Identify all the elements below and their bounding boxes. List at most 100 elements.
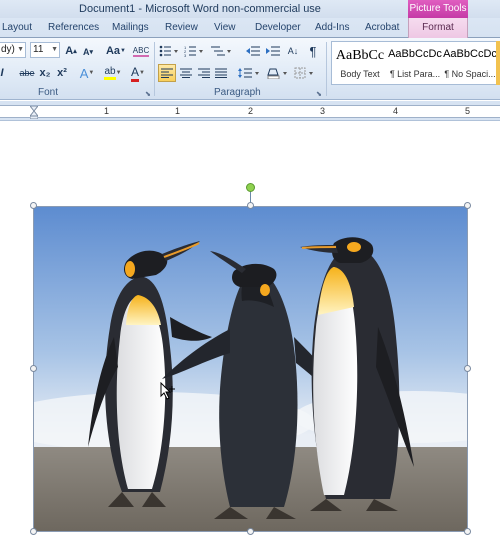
clear-formatting-button[interactable]: ABC — [132, 42, 150, 60]
paint-bucket-icon — [267, 68, 287, 79]
multilevel-list-icon — [211, 46, 231, 56]
shrink-font-button[interactable]: A ▾ — [80, 43, 96, 61]
strikethrough-icon: abe — [19, 68, 35, 78]
style-list-paragraph[interactable]: AaBbCcDc ¶ List Para... — [388, 42, 442, 84]
change-case-icon: Aa — [105, 45, 121, 57]
style-sample: AaBbCcDc — [443, 48, 497, 60]
highlight-button[interactable]: ab ▼ — [101, 64, 125, 82]
resize-handle-top[interactable] — [247, 202, 254, 209]
styles-gallery: AaBbCc Body Text AaBbCcDc ¶ List Para...… — [331, 41, 500, 85]
ribbon-tab-row: Layout References Mailings Review View D… — [0, 18, 500, 38]
decrease-indent-icon — [246, 46, 260, 56]
sort-button[interactable]: A↓ — [285, 42, 301, 60]
chevron-down-icon: ▼ — [17, 46, 24, 53]
font-group-label: Font — [38, 87, 59, 98]
svg-text:3: 3 — [184, 53, 187, 57]
chevron-down-icon: ▼ — [51, 46, 58, 53]
decrease-indent-button[interactable] — [245, 42, 261, 60]
font-size-value: 11 — [33, 44, 44, 55]
numbering-button[interactable]: 1 2 3 — [183, 42, 205, 60]
tab-mailings[interactable]: Mailings — [112, 22, 149, 33]
move-cursor-icon — [160, 382, 175, 400]
increase-indent-button[interactable] — [265, 42, 281, 60]
subscript-button[interactable]: x₂ — [38, 64, 52, 82]
gallery-scroll-edge[interactable] — [496, 41, 500, 85]
eraser-icon: ABC — [132, 45, 150, 57]
text-effects-button[interactable]: A ▼ — [76, 64, 98, 82]
highlighter-icon: ab — [104, 66, 116, 80]
align-right-button[interactable] — [196, 64, 212, 82]
italic-button[interactable]: I — [0, 64, 6, 82]
title-bar: Document1 - Microsoft Word non-commercia… — [0, 0, 500, 18]
borders-icon — [294, 67, 313, 79]
justify-icon — [215, 68, 227, 78]
window-title: Document1 - Microsoft Word non-commercia… — [79, 3, 321, 15]
shading-button[interactable] — [266, 64, 290, 82]
resize-handle-top-left[interactable] — [30, 202, 37, 209]
align-left-button[interactable] — [158, 64, 176, 82]
resize-handle-right[interactable] — [464, 365, 471, 372]
justify-button[interactable] — [213, 64, 229, 82]
ruler-number: 3 — [320, 106, 326, 116]
style-name: ¶ List Para... — [389, 69, 441, 79]
tab-format[interactable]: Format — [408, 18, 468, 38]
line-spacing-button[interactable] — [237, 64, 261, 82]
ruler-number: 5 — [465, 106, 471, 116]
tab-references[interactable]: References — [48, 22, 99, 33]
paragraph-dialog-launcher-icon[interactable]: ⬊ — [316, 90, 322, 98]
sort-icon: A↓ — [287, 46, 299, 56]
resize-handle-bottom[interactable] — [247, 528, 254, 535]
italic-icon: I — [0, 67, 4, 79]
resize-handle-bottom-right[interactable] — [464, 528, 471, 535]
subscript-icon: x₂ — [39, 67, 51, 79]
tab-developer[interactable]: Developer — [255, 22, 301, 33]
font-dialog-launcher-icon[interactable]: ⬊ — [145, 90, 151, 98]
superscript-icon: x² — [57, 67, 67, 79]
font-size-combo[interactable]: 11 ▼ — [30, 42, 60, 58]
group-divider — [326, 42, 327, 96]
multilevel-list-button[interactable] — [209, 42, 233, 60]
horizontal-ruler[interactable]: 1 1 2 3 4 5 — [0, 105, 500, 119]
tab-add-ins[interactable]: Add-Ins — [315, 22, 349, 33]
style-name: ¶ No Spaci... — [444, 69, 496, 79]
increase-indent-icon — [266, 46, 280, 56]
indent-marker-icon[interactable] — [30, 106, 38, 119]
line-spacing-icon — [238, 68, 259, 78]
tab-acrobat[interactable]: Acrobat — [365, 22, 399, 33]
style-body-text[interactable]: AaBbCc Body Text — [333, 42, 387, 84]
grow-font-button[interactable]: A ▴ — [63, 42, 79, 60]
strikethrough-button[interactable]: abe — [18, 64, 36, 82]
align-center-icon — [180, 68, 192, 78]
style-sample: AaBbCcDc — [388, 48, 442, 60]
font-name-value: dy) — [1, 44, 15, 55]
font-name-combo[interactable]: dy) ▼ — [0, 42, 26, 58]
ruler-number: 1 — [104, 106, 110, 116]
resize-handle-left[interactable] — [30, 365, 37, 372]
borders-button[interactable] — [293, 64, 317, 82]
ruler-bar: 1 1 2 3 4 5 — [0, 101, 500, 121]
align-right-icon — [198, 68, 210, 78]
rotate-handle-icon[interactable] — [246, 183, 255, 192]
change-case-button[interactable]: Aa ▼ — [104, 42, 128, 60]
penguins-image — [34, 207, 467, 531]
tab-review[interactable]: Review — [165, 22, 198, 33]
tab-view[interactable]: View — [214, 22, 236, 33]
style-no-spacing[interactable]: AaBbCcDc ¶ No Spaci... — [443, 42, 497, 84]
style-sample: AaBbCc — [335, 48, 385, 63]
align-center-button[interactable] — [178, 64, 194, 82]
ruler-number: 4 — [393, 106, 399, 116]
show-formatting-button[interactable]: ¶ — [305, 42, 321, 60]
inserted-picture[interactable] — [33, 206, 468, 532]
numbering-icon: 1 2 3 — [184, 45, 203, 57]
bullets-button[interactable] — [158, 42, 180, 60]
text-effects-icon: A — [79, 65, 89, 81]
tab-layout[interactable]: Layout — [2, 22, 32, 33]
font-color-button[interactable]: A ▼ — [127, 64, 149, 82]
ruler-number: 1 — [175, 106, 181, 116]
style-name: Body Text — [340, 69, 380, 79]
resize-handle-top-right[interactable] — [464, 202, 471, 209]
resize-handle-bottom-left[interactable] — [30, 528, 37, 535]
bullets-icon — [159, 45, 178, 57]
ruler-number: 2 — [248, 106, 254, 116]
superscript-button[interactable]: x² — [55, 64, 69, 82]
